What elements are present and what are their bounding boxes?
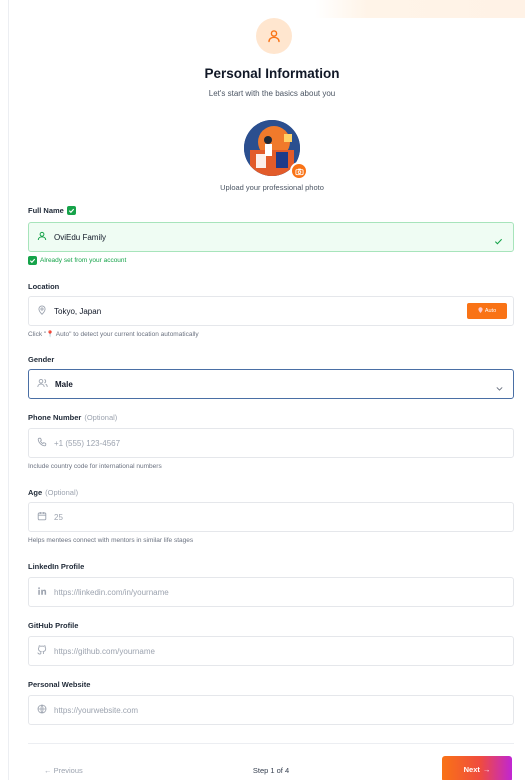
location-value: Tokyo, Japan — [54, 306, 102, 316]
gender-label-text: Gender — [28, 355, 55, 364]
website-label: Personal Website — [28, 680, 90, 689]
phone-label-text: Phone Number — [28, 413, 82, 422]
linkedin-input[interactable]: https://linkedin.com/in/yourname — [28, 577, 514, 607]
location-help: Click "📍 Auto" to detect your current lo… — [28, 331, 199, 338]
github-label-text: GitHub Profile — [28, 621, 79, 630]
full-name-note: Already set from your account — [28, 256, 126, 265]
website-placeholder: https://yourwebsite.com — [54, 705, 139, 715]
calendar-icon — [37, 508, 47, 526]
location-label: Location — [28, 282, 59, 291]
arrow-right-icon: → — [482, 764, 491, 774]
full-name-label: Full Name — [28, 206, 76, 215]
age-placeholder: 25 — [54, 512, 63, 522]
phone-help: Include country code for international n… — [28, 463, 162, 470]
page-subtitle: Let's start with the basics about you — [208, 89, 336, 98]
linkedin-label: LinkedIn Profile — [28, 562, 84, 571]
user-icon — [256, 18, 292, 54]
website-input[interactable]: https://yourwebsite.com — [28, 695, 514, 725]
github-input[interactable]: https://github.com/yourname — [28, 636, 514, 666]
gender-value: Male — [55, 379, 73, 389]
check-icon — [28, 256, 37, 265]
user-icon — [37, 228, 47, 246]
full-name-label-text: Full Name — [28, 206, 64, 215]
phone-placeholder: +1 (555) 123-4567 — [54, 438, 121, 448]
map-pin-icon — [37, 302, 47, 320]
phone-optional-tag: (Optional) — [84, 413, 118, 422]
left-divider — [8, 0, 9, 780]
page-title: Personal Information — [204, 66, 340, 81]
auto-button-label: Auto — [484, 308, 497, 314]
phone-input[interactable]: +1 (555) 123-4567 — [28, 428, 514, 458]
top-decoration — [315, 0, 525, 18]
full-name-value: OviEdu Family — [54, 232, 107, 242]
age-optional-tag: (Optional) — [45, 488, 79, 497]
age-label: Age (Optional) — [28, 488, 78, 497]
age-help: Helps mentees connect with mentors in si… — [28, 537, 194, 544]
auto-detect-button[interactable]: Auto — [467, 303, 507, 319]
users-icon — [37, 375, 48, 393]
checkmark-icon — [494, 233, 503, 251]
linkedin-label-text: LinkedIn Profile — [28, 562, 85, 571]
gender-select[interactable]: Male — [28, 369, 514, 399]
linkedin-icon — [37, 583, 47, 601]
location-label-text: Location — [28, 282, 60, 291]
map-pin-icon — [478, 307, 483, 315]
website-label-text: Personal Website — [28, 680, 91, 689]
location-field[interactable]: Tokyo, Japan Auto — [28, 296, 514, 326]
photo-caption: Upload your professional photo — [220, 183, 324, 192]
linkedin-placeholder: https://linkedin.com/in/yourname — [54, 587, 169, 597]
gender-label: Gender — [28, 355, 54, 364]
age-input[interactable]: 25 — [28, 502, 514, 532]
next-button[interactable]: Next → — [442, 756, 512, 780]
globe-icon — [37, 701, 47, 719]
chevron-down-icon — [495, 380, 504, 398]
next-label: Next — [463, 764, 480, 774]
footer-divider — [28, 743, 514, 744]
full-name-note-text: Already set from your account — [40, 257, 127, 264]
full-name-field[interactable]: OviEdu Family — [28, 222, 514, 252]
age-label-text: Age — [28, 488, 43, 497]
phone-icon — [37, 434, 47, 452]
phone-label: Phone Number (Optional) — [28, 413, 117, 422]
github-placeholder: https://github.com/yourname — [54, 646, 155, 656]
github-label: GitHub Profile — [28, 621, 78, 630]
camera-icon[interactable] — [290, 162, 308, 180]
github-icon — [37, 642, 47, 660]
check-icon — [66, 206, 76, 215]
